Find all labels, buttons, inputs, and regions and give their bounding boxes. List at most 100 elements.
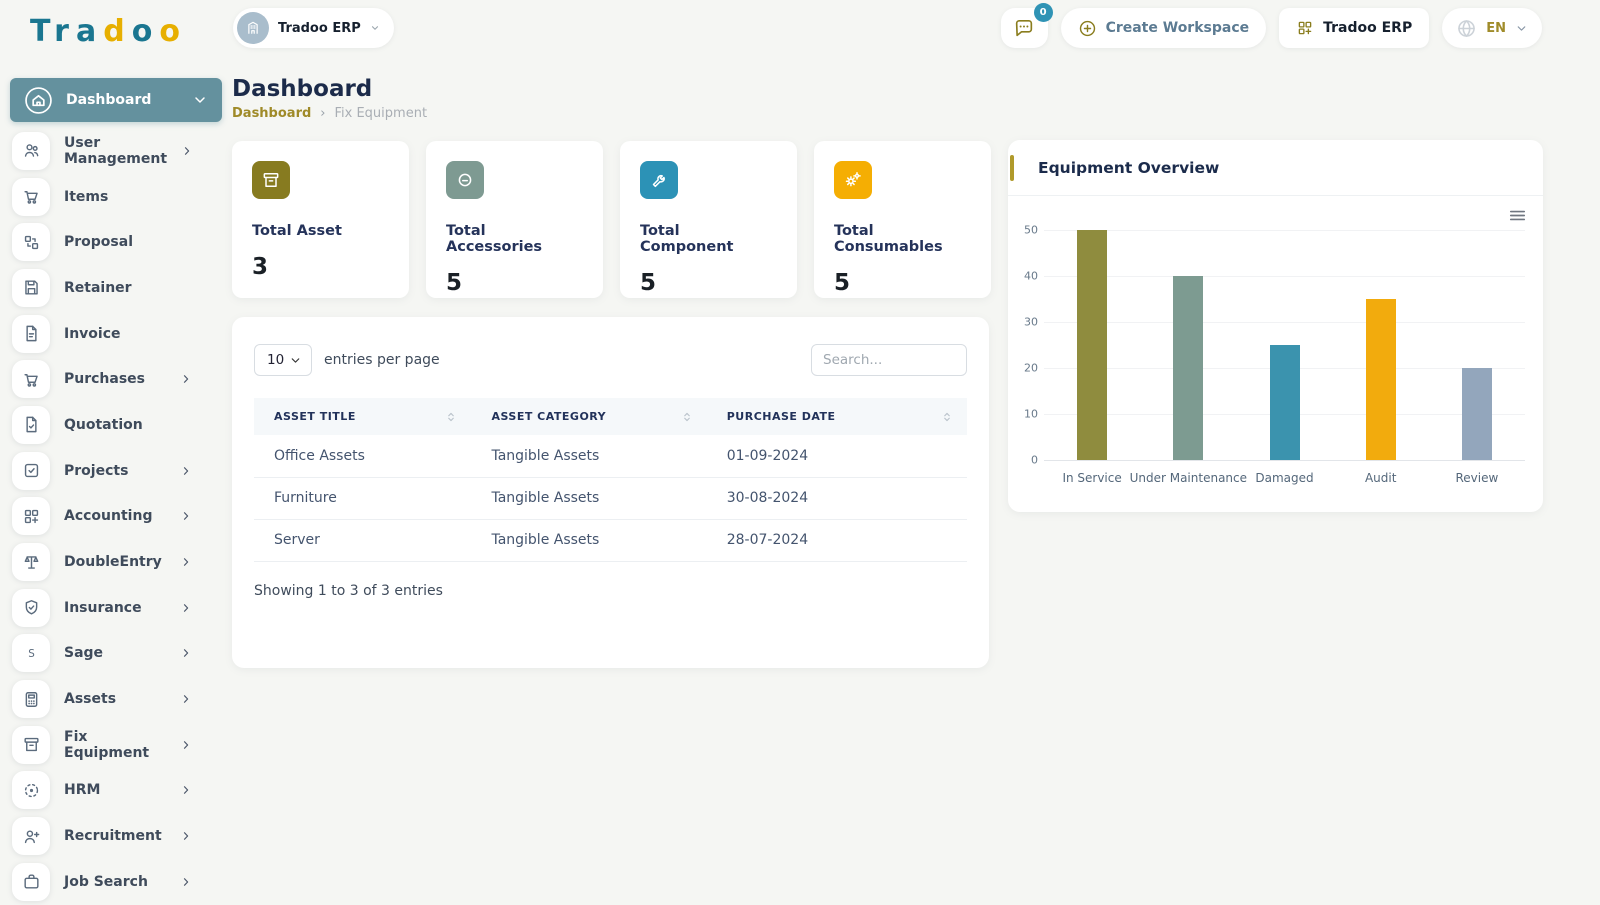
- sidebar-item-label: Retainer: [64, 279, 132, 296]
- page-size-value: 10: [267, 352, 285, 368]
- sort-icon[interactable]: [681, 411, 693, 423]
- asset-category-cell: Tangible Assets: [471, 519, 707, 562]
- stat-label: Total Accessories: [446, 223, 543, 255]
- purchase-date-cell: 01-09-2024: [706, 435, 967, 478]
- chevron-right-icon: [180, 739, 192, 751]
- create-workspace-button[interactable]: Create Workspace: [1060, 8, 1267, 48]
- sidebar-item[interactable]: Fix Equipment: [10, 722, 222, 768]
- equipment-overview-card: Equipment Overview 0 10 20 30 40 50 In Service…: [1008, 140, 1543, 512]
- breadcrumb: Dashboard › Fix Equipment: [232, 106, 427, 121]
- grid-plus-icon: [22, 507, 41, 526]
- sidebar-item[interactable]: Accounting: [10, 494, 222, 540]
- sidebar-item[interactable]: Items: [10, 174, 222, 220]
- building-icon: [237, 12, 269, 44]
- logo-letter: o: [159, 14, 187, 49]
- sidebar-item-label: Invoice: [64, 325, 121, 342]
- bar-in-service[interactable]: [1077, 230, 1108, 460]
- x-tick-label: In Service: [1062, 471, 1122, 485]
- sidebar-item-label: Dashboard: [66, 92, 152, 108]
- sidebar-item-label: Insurance: [64, 599, 142, 616]
- workspace-name: Tradoo ERP: [278, 20, 361, 36]
- table-header-cell[interactable]: PURCHASE DATE: [707, 398, 967, 435]
- sidebar-item[interactable]: Retainer: [10, 265, 222, 311]
- bar-review[interactable]: [1461, 368, 1492, 460]
- logo-letter: r: [54, 14, 76, 49]
- chat-button[interactable]: 0: [1000, 3, 1053, 48]
- chat-badge: 0: [1033, 3, 1053, 22]
- logo-letter: d: [103, 14, 132, 49]
- sidebar-item[interactable]: DoubleEntry: [10, 539, 222, 585]
- home-icon: [24, 86, 53, 115]
- search-input[interactable]: [811, 344, 967, 376]
- breadcrumb-current-page: Fix Equipment: [334, 106, 428, 121]
- table-row[interactable]: Office Assets Tangible Assets 01-09-2024: [254, 435, 967, 478]
- breadcrumb-dashboard[interactable]: Dashboard: [232, 106, 311, 121]
- sidebar-item[interactable]: Quotation: [10, 402, 222, 448]
- archive-box-icon: [261, 170, 281, 190]
- cart-icon: [22, 370, 41, 389]
- bar-damaged[interactable]: [1269, 345, 1300, 460]
- sidebar-item[interactable]: Projects: [10, 448, 222, 494]
- sidebar-item[interactable]: HRM: [10, 768, 222, 814]
- check-square-icon: [22, 461, 41, 480]
- users-icon: [22, 141, 41, 160]
- sidebar-item-label: Assets: [64, 691, 117, 708]
- workspace-switcher[interactable]: Tradoo ERP: [233, 8, 394, 48]
- breadcrumb-separator: ›: [320, 106, 326, 121]
- bar-column: In Service: [1044, 230, 1140, 485]
- y-tick-label: 10: [1024, 407, 1038, 421]
- chevron-right-icon: [180, 602, 192, 614]
- wrench-icon: [649, 170, 669, 190]
- table-header-cell[interactable]: ASSET CATEGORY: [471, 398, 706, 435]
- save-icon: [22, 278, 41, 297]
- y-tick-label: 30: [1024, 315, 1038, 329]
- logo-letter: T: [30, 14, 55, 49]
- sidebar-item-label: Quotation: [64, 416, 143, 433]
- table-row[interactable]: Server Tangible Assets 28-07-2024: [254, 519, 967, 562]
- chevron-right-icon: [181, 145, 193, 157]
- stat-value: 3: [252, 254, 269, 280]
- sort-icon[interactable]: [941, 411, 953, 423]
- chevron-right-icon: [180, 465, 192, 477]
- stat-value: 5: [446, 270, 463, 296]
- sidebar-item-label: Job Search: [64, 873, 148, 890]
- table-header-cell[interactable]: ASSET TITLE: [254, 398, 471, 435]
- bar-audit[interactable]: [1365, 299, 1396, 460]
- sort-icon[interactable]: [445, 411, 457, 423]
- chevron-down-icon: [192, 92, 208, 108]
- chevron-right-icon: [180, 876, 192, 888]
- x-tick-label: Under Maintenance: [1129, 471, 1248, 485]
- stat-card: Total Asset 3: [232, 141, 409, 298]
- topbar-actions: 0 Create Workspace Tradoo ERP EN: [1000, 3, 1542, 48]
- chart-menu-icon[interactable]: [1508, 206, 1527, 225]
- sidebar-item-dashboard[interactable]: Dashboard: [10, 78, 222, 122]
- sidebar-item[interactable]: S Sage: [10, 631, 222, 677]
- title-accent-bar: [1010, 155, 1014, 181]
- chevron-right-icon: [180, 647, 192, 659]
- sidebar-item[interactable]: Purchases: [10, 356, 222, 402]
- sidebar-item-label: Sage: [64, 645, 104, 662]
- y-tick-label: 20: [1024, 361, 1038, 375]
- language-selector[interactable]: EN: [1442, 8, 1542, 48]
- bar-under-maintenance[interactable]: [1173, 276, 1204, 460]
- sidebar-item[interactable]: Proposal: [10, 219, 222, 265]
- entries-per-page-label: entries per page: [324, 352, 440, 368]
- sidebar-item[interactable]: User Management: [10, 128, 222, 174]
- workspace-erp-button[interactable]: Tradoo ERP: [1279, 8, 1430, 48]
- sidebar-item-label: DoubleEntry: [64, 554, 162, 571]
- app-logo: Tradoo: [30, 14, 187, 49]
- sidebar-item[interactable]: Recruitment: [10, 813, 222, 859]
- sidebar-item[interactable]: Assets: [10, 676, 222, 722]
- scales-icon: [22, 553, 41, 572]
- stat-card: Total Consumables 5: [814, 141, 991, 298]
- page-size-select[interactable]: 10: [254, 344, 312, 376]
- chevron-right-icon: [180, 784, 192, 796]
- plus-circle-icon: [1078, 19, 1097, 38]
- sidebar-item[interactable]: Invoice: [10, 311, 222, 357]
- table-row[interactable]: Furniture Tangible Assets 30-08-2024: [254, 477, 967, 520]
- workspace-erp-label: Tradoo ERP: [1323, 20, 1413, 36]
- asset-title-cell: Furniture: [254, 477, 472, 520]
- sidebar-item[interactable]: Insurance: [10, 585, 222, 631]
- sidebar-item-label: Accounting: [64, 508, 153, 525]
- language-code: EN: [1486, 20, 1506, 36]
